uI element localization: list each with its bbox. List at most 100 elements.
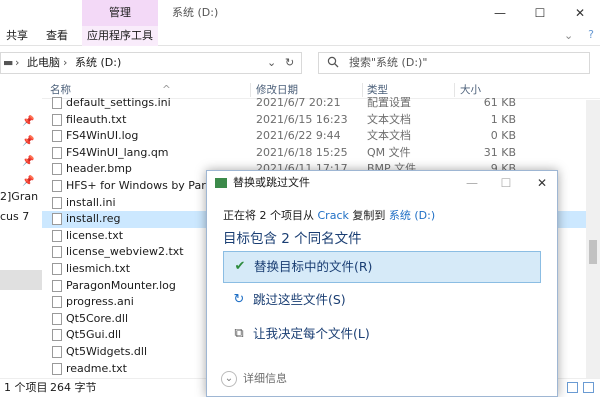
tab-share[interactable]: 共享	[6, 26, 28, 46]
table-row[interactable]: FS4WinUI_lang.qm 2021/6/18 15:25 QM 文件 31 K…	[42, 145, 600, 162]
file-name: license_webview2.txt	[66, 245, 184, 259]
file-date: 2021/6/22 9:44	[256, 129, 341, 143]
file-date: 2021/6/7 20:21	[256, 96, 341, 109]
pin-icon[interactable]: 📌	[22, 136, 34, 147]
source-folder-link[interactable]: Crack	[318, 209, 349, 222]
file-icon	[52, 346, 62, 358]
search-input[interactable]: 搜索"系统 (D:)"	[318, 52, 590, 74]
title-bar: 管理 系统 (D:) — ☐ ✕	[0, 0, 600, 26]
dialog-heading: 目标包含 2 个同名文件	[223, 231, 362, 247]
pin-icon[interactable]: 📌	[22, 176, 34, 187]
copy-description: 正在将 2 个项目从 Crack 复制到 系统 (D:)	[223, 207, 435, 223]
file-name: FS4WinUI.log	[66, 129, 139, 143]
replace-files-option[interactable]: ✔ 替换目标中的文件(R)	[223, 251, 541, 283]
help-icon[interactable]: ?	[588, 28, 594, 41]
breadcrumb-this-pc[interactable]: 此电脑	[27, 53, 60, 73]
dialog-close-button[interactable]: ✕	[527, 171, 557, 195]
file-type: QM 文件	[367, 145, 411, 159]
file-icon	[52, 163, 62, 176]
file-name: readme.txt	[66, 361, 127, 375]
search-placeholder: 搜索"系统 (D:)"	[349, 56, 428, 69]
file-name: liesmich.txt	[66, 262, 131, 275]
breadcrumb-separator: ›	[63, 56, 68, 69]
file-size: 1 KB	[490, 112, 516, 126]
breadcrumb-separator: ›	[15, 56, 20, 69]
decide-each-file-option[interactable]: ⧉ 让我决定每个文件(L)	[223, 319, 541, 351]
table-row[interactable]: default_settings.ini 2021/6/7 20:21 配置设置 61…	[42, 95, 600, 112]
copy-dialog-icon	[215, 178, 227, 188]
file-name: Qt5Core.dll	[66, 311, 129, 325]
file-name: default_settings.ini	[66, 96, 171, 109]
maximize-button[interactable]: ☐	[520, 0, 560, 26]
file-size: 0 KB	[490, 129, 516, 143]
file-icon	[52, 246, 62, 259]
vertical-scrollbar[interactable]	[586, 100, 600, 378]
address-dropdown-icon[interactable]: ⌄	[267, 53, 276, 73]
file-type: 文本文档	[367, 129, 411, 143]
file-icon	[52, 180, 62, 192]
large-icons-view-icon[interactable]	[583, 382, 594, 393]
option-label: 跳过这些文件(S)	[253, 292, 346, 307]
table-row[interactable]: FS4WinUI.log 2021/6/22 9:44 文本文档 0 KB	[42, 128, 600, 145]
dialog-title: 替换或跳过文件	[233, 176, 310, 189]
pin-icon[interactable]: 📌	[22, 116, 34, 127]
nav-item[interactable]: 2]Gran	[0, 190, 38, 203]
file-icon	[52, 263, 62, 275]
file-name: install.ini	[66, 195, 116, 209]
breadcrumb-drive-d[interactable]: 系统 (D:)	[75, 53, 121, 73]
pin-icon[interactable]: 📌	[22, 156, 34, 167]
context-tab-manage[interactable]: 管理	[82, 0, 158, 26]
file-icon	[52, 362, 62, 375]
file-name: progress.ani	[66, 295, 134, 309]
file-icon	[52, 213, 62, 226]
more-details-label: 详细信息	[243, 372, 287, 385]
table-row[interactable]: fileauth.txt 2021/6/15 16:23 文本文档 1 KB	[42, 112, 600, 129]
navigation-pane: 📌 📌 📌 📌 2]Gran cus 7	[0, 78, 42, 378]
tab-view[interactable]: 查看	[46, 26, 68, 46]
file-icon	[52, 146, 62, 159]
nav-item-selected[interactable]	[0, 270, 42, 290]
address-bar[interactable]: ▬ › 此电脑 › 系统 (D:) ⌄ ↻	[0, 52, 302, 74]
tab-app-tools[interactable]: 应用程序工具	[82, 26, 158, 46]
file-name: install.reg	[66, 212, 121, 226]
status-selected-size: 264 字节	[50, 381, 97, 394]
file-icon	[52, 97, 62, 109]
file-icon	[52, 229, 62, 242]
dialog-maximize-button[interactable]: ☐	[491, 171, 521, 195]
check-icon: ✔	[234, 259, 246, 274]
chevron-down-icon: ⌄	[221, 371, 237, 387]
file-icon	[52, 130, 62, 143]
refresh-icon[interactable]: ↻	[285, 53, 294, 73]
copy-mid: 复制到	[348, 209, 389, 222]
file-name: Qt5Widgets.dll	[66, 345, 148, 358]
ribbon-tabs: 共享 查看 应用程序工具 ⌄ ?	[0, 26, 600, 46]
file-size: 61 KB	[483, 96, 516, 109]
file-name: FS4WinUI_lang.qm	[66, 145, 169, 159]
file-name: license.txt	[66, 228, 124, 242]
file-type: 文本文档	[367, 112, 411, 126]
skip-icon: ↻	[233, 292, 245, 307]
destination-link[interactable]: 系统 (D:)	[389, 209, 435, 222]
file-date: 2021/6/15 16:23	[256, 112, 348, 126]
file-icon	[52, 329, 62, 342]
close-button[interactable]: ✕	[560, 0, 600, 26]
search-icon	[327, 56, 339, 68]
file-icon	[52, 196, 62, 209]
expand-ribbon-icon[interactable]: ⌄	[564, 26, 573, 46]
option-label: 让我决定每个文件(L)	[253, 326, 370, 341]
file-icon	[52, 113, 62, 126]
file-name: Qt5Gui.dll	[66, 328, 122, 342]
dialog-minimize-button[interactable]: —	[457, 171, 487, 195]
nav-item[interactable]: cus 7	[0, 210, 29, 223]
drive-icon: ▬	[3, 56, 14, 69]
file-icon	[52, 296, 62, 309]
address-row: ▬ › 此电脑 › 系统 (D:) ⌄ ↻ 搜索"系统 (D:)"	[0, 50, 600, 76]
minimize-button[interactable]: —	[480, 0, 520, 26]
skip-files-option[interactable]: ↻ 跳过这些文件(S)	[223, 285, 541, 317]
file-name: ParagonMounter.log	[66, 278, 176, 292]
replace-or-skip-dialog: 替换或跳过文件 — ☐ ✕ 正在将 2 个项目从 Crack 复制到 系统 (D…	[206, 170, 558, 397]
details-view-icon[interactable]	[567, 382, 578, 393]
file-size: 31 KB	[483, 145, 516, 159]
scrollbar-thumb[interactable]	[589, 240, 597, 264]
window-title: 系统 (D:)	[172, 6, 219, 19]
